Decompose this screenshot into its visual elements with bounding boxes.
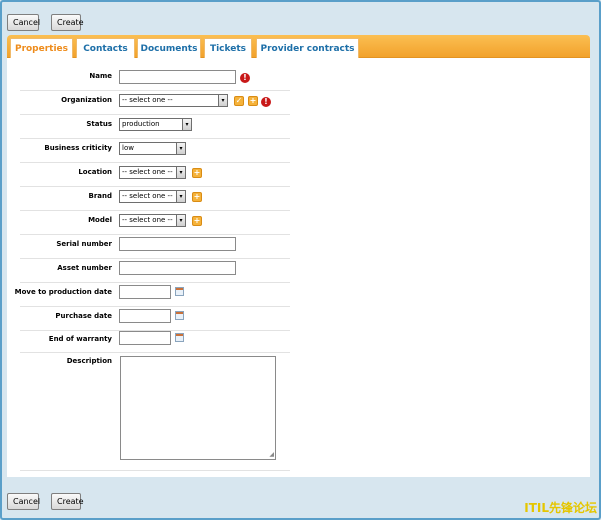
organization-select-value: -- select one -- <box>122 96 173 104</box>
model-select[interactable]: -- select one -- ▾ <box>119 214 186 227</box>
description-label: Description <box>66 357 112 365</box>
brand-select[interactable]: -- select one -- ▾ <box>119 190 186 203</box>
add-location-icon[interactable]: + <box>192 168 202 178</box>
status-select[interactable]: production ▾ <box>119 118 192 131</box>
create-button-bottom[interactable]: Create <box>51 493 84 510</box>
organization-label: Organization <box>61 96 112 104</box>
serial-number-label: Serial number <box>56 240 112 248</box>
end-of-warranty-label: End of warranty <box>48 335 112 343</box>
chevron-down-icon: ▾ <box>176 215 185 226</box>
calendar-icon[interactable] <box>175 287 184 296</box>
required-error-icon: ! <box>261 97 271 107</box>
location-label: Location <box>78 168 112 176</box>
required-error-icon: ! <box>240 73 250 83</box>
cancel-button-bottom[interactable]: Cancel <box>7 493 40 510</box>
tab-documents[interactable]: Documents <box>137 38 201 59</box>
chevron-down-icon: ▾ <box>182 119 191 130</box>
business-criticity-label: Business criticity <box>44 144 112 152</box>
status-label: Status <box>86 120 112 128</box>
add-organization-icon[interactable]: + <box>248 96 258 106</box>
brand-label: Brand <box>88 192 112 200</box>
create-button-top[interactable]: Create <box>51 14 84 31</box>
brand-select-value: -- select one -- <box>122 192 173 200</box>
model-select-value: -- select one -- <box>122 216 173 224</box>
add-brand-icon[interactable]: + <box>192 192 202 202</box>
description-textarea[interactable]: ◢ <box>120 356 276 460</box>
tab-contacts[interactable]: Contacts <box>76 38 135 59</box>
asset-number-input[interactable] <box>119 261 236 275</box>
chevron-down-icon: ▾ <box>218 95 227 106</box>
move-to-production-date-label: Move to production date <box>14 288 112 296</box>
model-label: Model <box>88 216 112 224</box>
name-input[interactable] <box>119 70 236 84</box>
resize-grip-icon[interactable]: ◢ <box>269 451 274 458</box>
purchase-date-input[interactable] <box>119 309 171 323</box>
asset-number-label: Asset number <box>57 264 112 272</box>
location-select[interactable]: -- select one -- ▾ <box>119 166 186 179</box>
chevron-down-icon: ▾ <box>176 143 185 154</box>
add-model-icon[interactable]: + <box>192 216 202 226</box>
calendar-icon[interactable] <box>175 311 184 320</box>
move-to-production-date-input[interactable] <box>119 285 171 299</box>
organization-select[interactable]: -- select one -- ▾ <box>119 94 228 107</box>
business-criticity-select[interactable]: low ▾ <box>119 142 186 155</box>
tab-properties[interactable]: Properties <box>10 38 73 60</box>
forum-watermark: ITIL先锋论坛 <box>524 501 597 515</box>
business-criticity-select-value: low <box>122 144 134 152</box>
chevron-down-icon: ▾ <box>176 167 185 178</box>
tab-tickets[interactable]: Tickets <box>204 38 252 59</box>
tab-provider-contracts[interactable]: Provider contracts <box>256 38 359 59</box>
serial-number-input[interactable] <box>119 237 236 251</box>
purchase-date-label: Purchase date <box>55 312 112 320</box>
calendar-icon[interactable] <box>175 333 184 342</box>
end-of-warranty-input[interactable] <box>119 331 171 345</box>
tab-bar: Properties Contacts Documents Tickets Pr… <box>7 35 590 60</box>
cancel-button-top[interactable]: Cancel <box>7 14 40 31</box>
chevron-down-icon: ▾ <box>176 191 185 202</box>
location-select-value: -- select one -- <box>122 168 173 176</box>
status-select-value: production <box>122 120 160 128</box>
check-icon[interactable]: ✓ <box>234 96 244 106</box>
name-label: Name <box>89 72 112 80</box>
